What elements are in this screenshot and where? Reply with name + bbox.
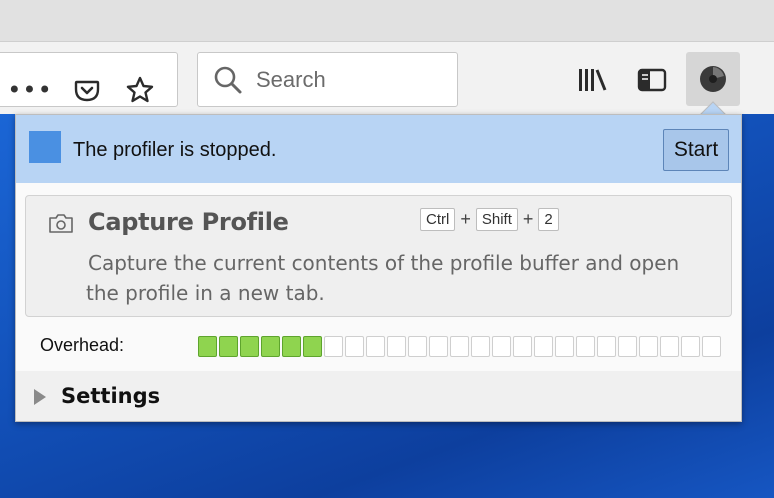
profiler-status-bar: The profiler is stopped. Start bbox=[16, 115, 741, 183]
capture-profile-button[interactable]: Capture Profile Ctrl + Shift + 2 Capture… bbox=[25, 195, 732, 317]
overhead-cell-empty bbox=[408, 336, 427, 357]
key-shift: Shift bbox=[475, 208, 518, 231]
overhead-cell-empty bbox=[660, 336, 679, 357]
disclosure-arrow-icon bbox=[34, 389, 46, 405]
overhead-cell-empty bbox=[639, 336, 658, 357]
search-icon bbox=[214, 66, 242, 94]
key-2: 2 bbox=[538, 208, 559, 231]
overhead-cell-empty bbox=[576, 336, 595, 357]
navigation-toolbar: ••• Search bbox=[0, 42, 774, 114]
overhead-label: Overhead: bbox=[40, 335, 125, 355]
url-bar[interactable]: ••• bbox=[0, 52, 178, 107]
overhead-cell-filled bbox=[198, 336, 217, 357]
overhead-cell-empty bbox=[345, 336, 364, 357]
status-text: The profiler is stopped. bbox=[73, 139, 277, 161]
overhead-cell-empty bbox=[681, 336, 700, 357]
overhead-meter bbox=[198, 336, 721, 357]
search-input[interactable]: Search bbox=[256, 67, 326, 93]
overhead-cell-empty bbox=[555, 336, 574, 357]
capture-description: Capture the current contents of the prof… bbox=[86, 248, 728, 308]
overhead-cell-filled bbox=[261, 336, 280, 357]
capture-description-line2: the profile in a new tab. bbox=[86, 281, 325, 305]
overhead-cell-empty bbox=[366, 336, 385, 357]
capture-description-line1: Capture the current contents of the prof… bbox=[88, 251, 680, 275]
star-icon[interactable] bbox=[123, 73, 157, 107]
overhead-cell-filled bbox=[282, 336, 301, 357]
profiler-panel: The profiler is stopped. Start Capture P… bbox=[15, 114, 742, 422]
overhead-cell-empty bbox=[450, 336, 469, 357]
overhead-cell-empty bbox=[492, 336, 511, 357]
overhead-cell-empty bbox=[387, 336, 406, 357]
overhead-cell-empty bbox=[597, 336, 616, 357]
overhead-cell-empty bbox=[324, 336, 343, 357]
overhead-cell-empty bbox=[618, 336, 637, 357]
overhead-cell-empty bbox=[534, 336, 553, 357]
camera-icon bbox=[49, 214, 73, 233]
settings-label: Settings bbox=[61, 384, 161, 408]
library-icon[interactable] bbox=[575, 65, 611, 95]
shortcut-plus: + bbox=[460, 209, 471, 229]
overhead-cell-empty bbox=[702, 336, 721, 357]
overhead-cell-empty bbox=[471, 336, 490, 357]
status-indicator bbox=[29, 131, 61, 163]
sidebar-icon[interactable] bbox=[634, 65, 670, 95]
ellipsis-icon[interactable]: ••• bbox=[7, 75, 51, 105]
capture-title: Capture Profile bbox=[88, 208, 289, 236]
shortcut-plus: + bbox=[522, 209, 534, 229]
key-ctrl: Ctrl bbox=[420, 208, 456, 231]
overhead-cell-empty bbox=[513, 336, 532, 357]
overhead-cell-empty bbox=[429, 336, 448, 357]
tab-strip bbox=[0, 0, 774, 42]
pocket-icon[interactable] bbox=[71, 75, 103, 107]
overhead-cell-filled bbox=[240, 336, 259, 357]
overhead-cell-filled bbox=[303, 336, 322, 357]
settings-toggle[interactable]: Settings bbox=[16, 371, 741, 421]
search-box[interactable]: Search bbox=[197, 52, 458, 107]
profiler-icon[interactable] bbox=[686, 52, 740, 106]
keyboard-shortcut: Ctrl + Shift + 2 bbox=[420, 208, 559, 231]
overhead-cell-filled bbox=[219, 336, 238, 357]
start-button[interactable]: Start bbox=[663, 129, 729, 171]
